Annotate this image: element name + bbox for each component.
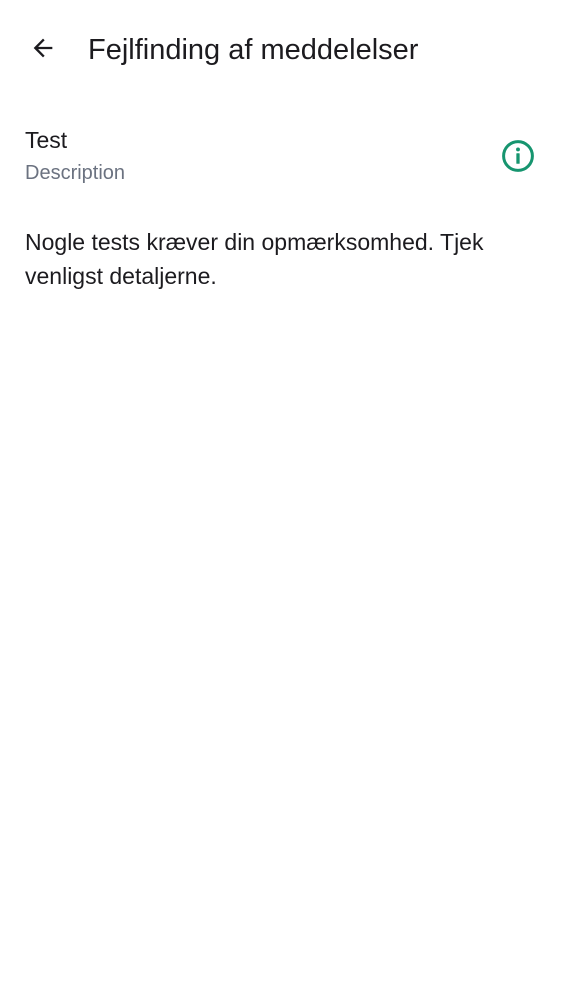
status-message: Nogle tests kræver din opmærksomhed. Tje… xyxy=(25,229,484,289)
back-button[interactable] xyxy=(19,26,67,74)
info-circle-icon[interactable] xyxy=(500,138,536,174)
page-title: Fejlfinding af meddelelser xyxy=(88,34,419,66)
test-title: Test xyxy=(25,127,68,153)
arrow-left-icon xyxy=(29,34,57,67)
test-description: Description xyxy=(25,162,126,184)
app-bar: Fejlfinding af meddelelser xyxy=(0,0,562,100)
test-item[interactable]: Test Description xyxy=(0,116,562,196)
